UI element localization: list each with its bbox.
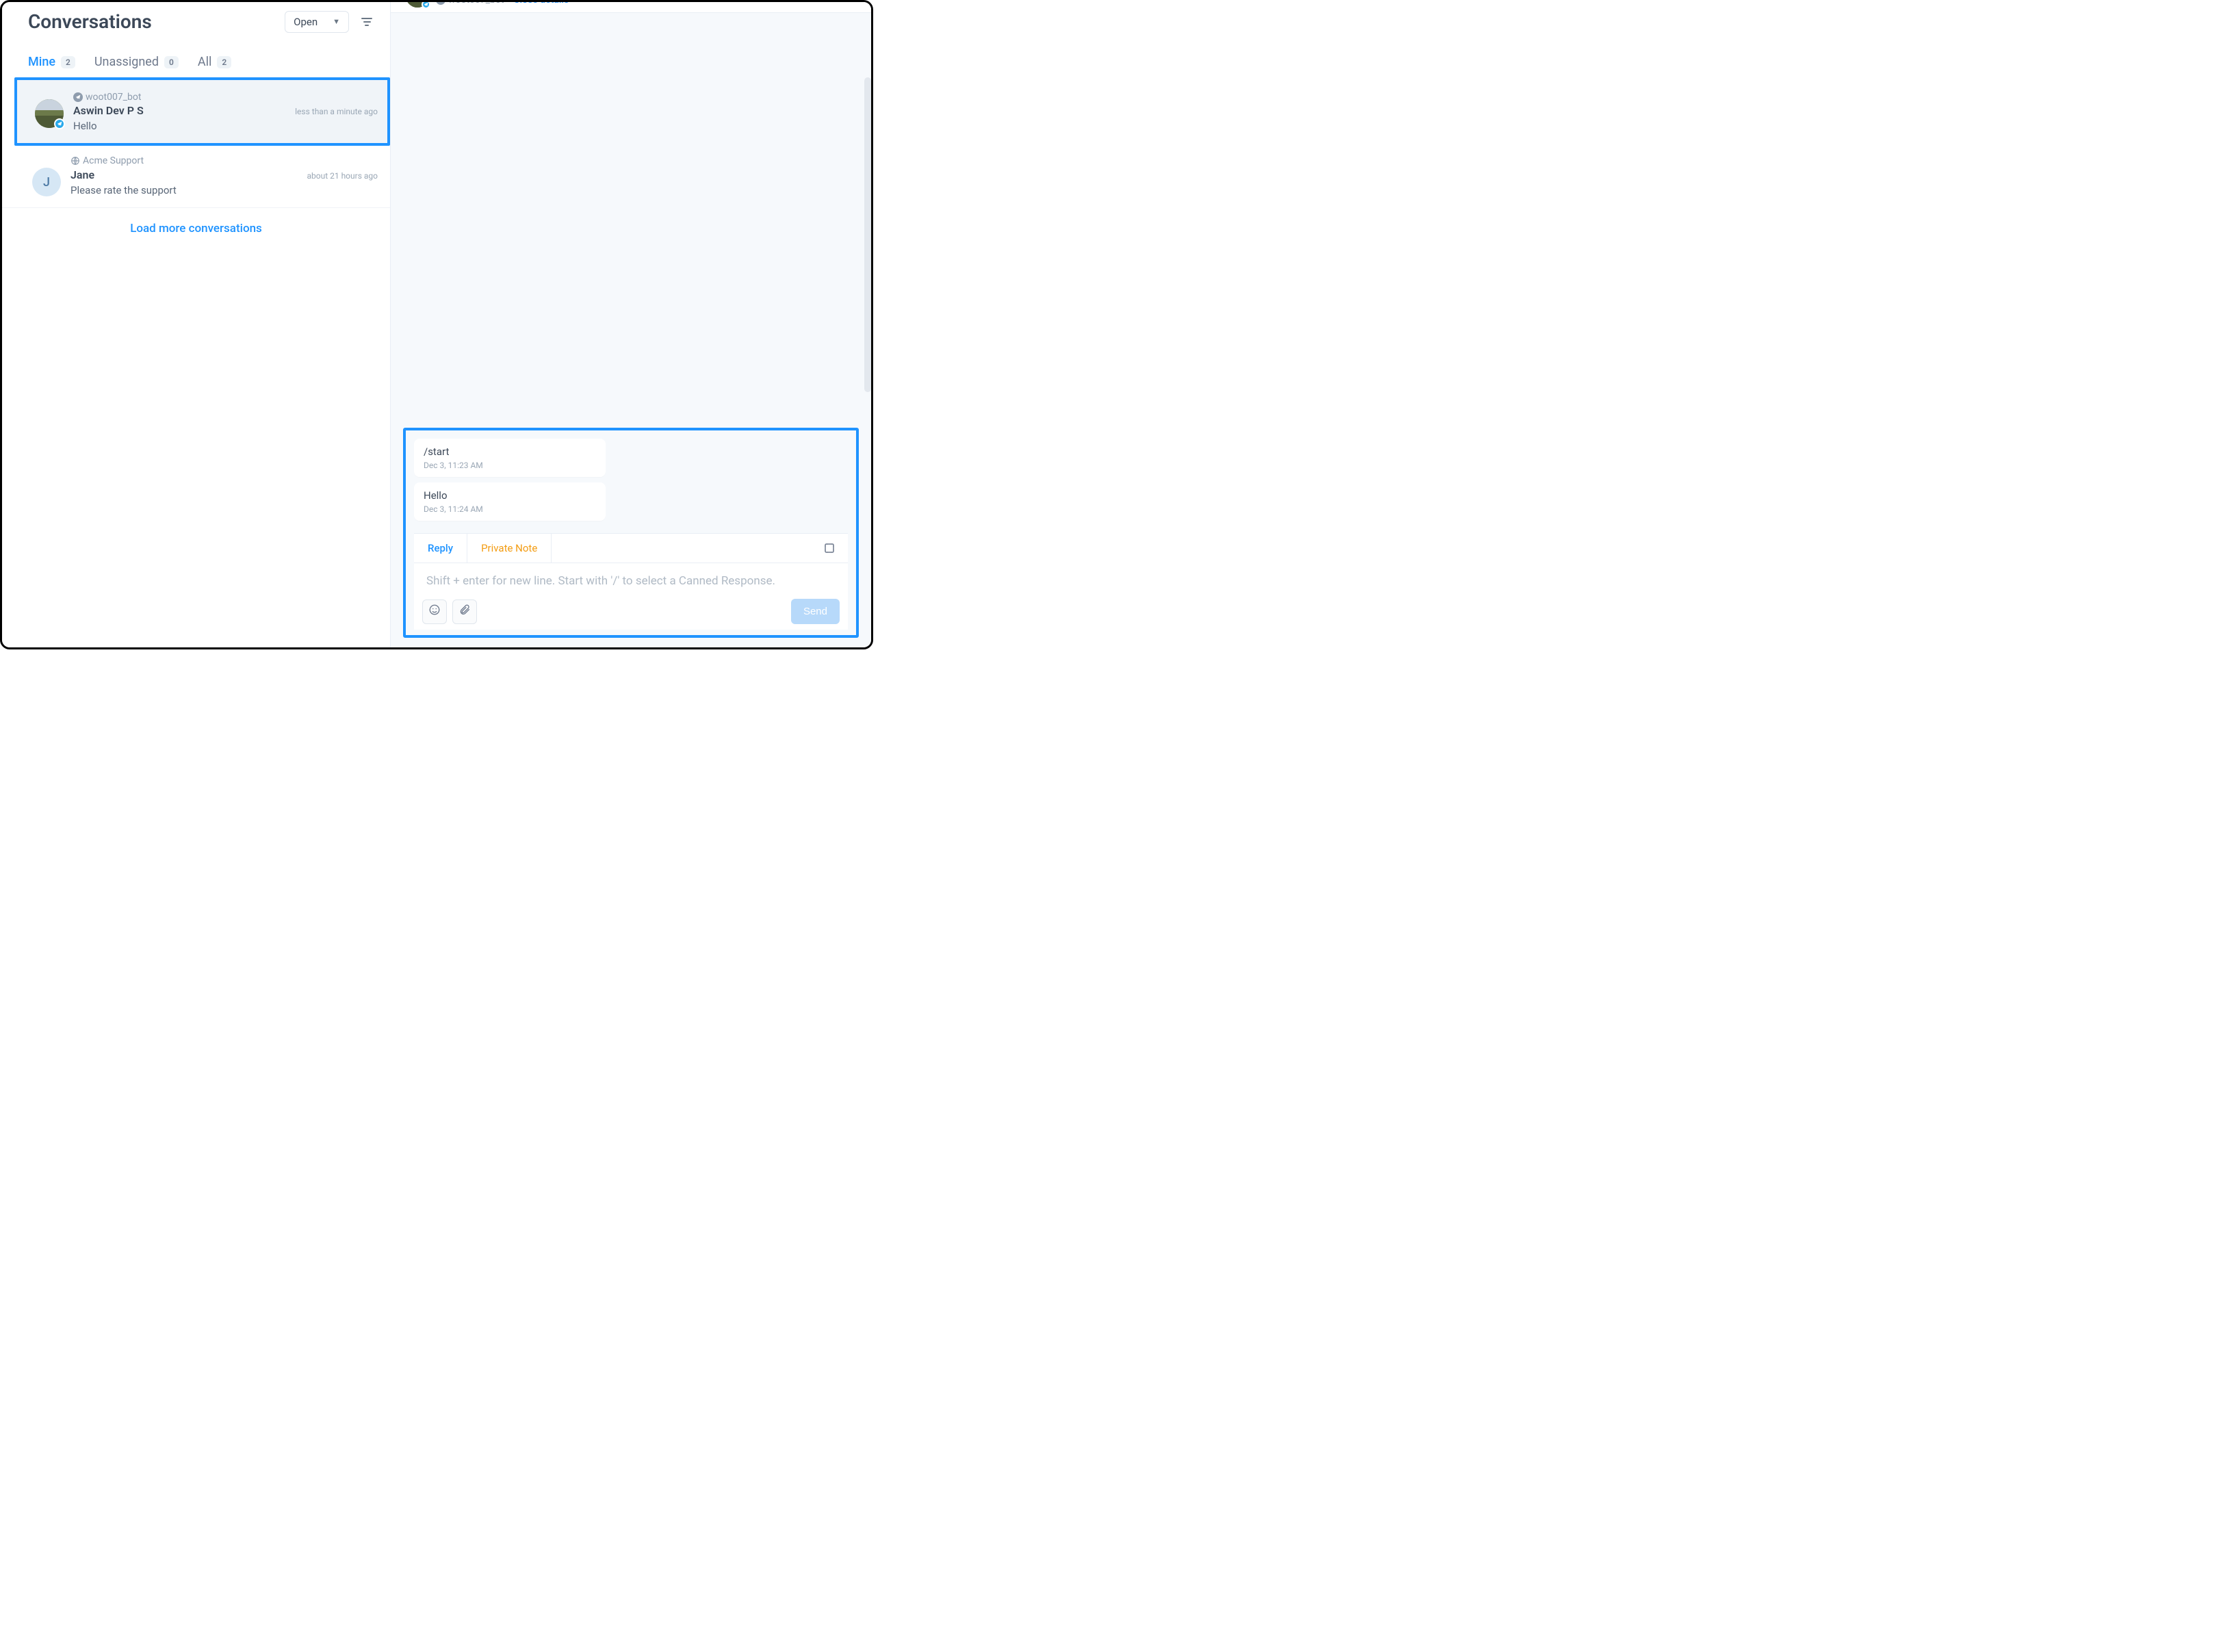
reply-textarea[interactable] [426, 574, 836, 588]
conversation-item[interactable]: woot007_bot Aswin Dev P S less than a mi… [14, 77, 390, 146]
tab-label: Unassigned [94, 55, 159, 69]
source-name: woot007_bot [86, 92, 141, 103]
chat-header: woot007_bot Close details [391, 2, 871, 13]
expand-icon [823, 542, 836, 554]
attachment-button[interactable] [452, 599, 477, 624]
tab-mine[interactable]: Mine 2 [28, 55, 75, 69]
close-details-link[interactable]: Close details [513, 2, 569, 5]
filter-icon [361, 18, 372, 26]
expand-editor-button[interactable] [822, 541, 837, 556]
conversation-source: Acme Support [70, 155, 144, 166]
tab-badge: 2 [61, 56, 75, 68]
telegram-icon [436, 2, 445, 5]
highlighted-region: /start Dec 3, 11:23 AM Hello Dec 3, 11:2… [403, 428, 859, 638]
tab-label: All [198, 55, 212, 69]
chat-source: woot007_bot [436, 2, 504, 5]
conversation-time: about 21 hours ago [307, 171, 378, 181]
reply-tab-reply[interactable]: Reply [414, 534, 467, 563]
source-name: Acme Support [83, 155, 144, 166]
emoji-button[interactable] [422, 599, 447, 624]
filter-button[interactable] [359, 14, 375, 30]
message-time: Dec 3, 11:23 AM [424, 461, 596, 470]
telegram-badge-icon [422, 2, 430, 9]
conversations-title: Conversations [28, 10, 285, 33]
conversation-list: woot007_bot Aswin Dev P S less than a mi… [2, 75, 390, 647]
chevron-down-icon: ▼ [333, 17, 340, 26]
message-bubble: /start Dec 3, 11:23 AM [414, 439, 606, 477]
sidebar-header: Conversations Open ▼ [2, 2, 390, 40]
scrollbar[interactable] [864, 77, 871, 392]
message-text: Hello [424, 489, 596, 502]
conversation-source: woot007_bot [73, 92, 141, 103]
contact-name: Jane [70, 168, 307, 181]
tab-unassigned[interactable]: Unassigned 0 [94, 55, 179, 69]
conversation-tabs: Mine 2 Unassigned 0 All 2 [2, 40, 390, 75]
reply-tabs: Reply Private Note [414, 534, 848, 563]
telegram-icon [73, 92, 83, 102]
app-window: Conversations Open ▼ Mine 2 Unassigned 0… [0, 0, 873, 649]
emoji-icon [428, 604, 441, 619]
conversations-sidebar: Conversations Open ▼ Mine 2 Unassigned 0… [2, 2, 391, 647]
conversation-snippet: Hello [73, 120, 378, 132]
tab-label: Mine [28, 55, 55, 69]
reply-input-wrap [414, 563, 848, 596]
status-filter-label: Open [294, 16, 318, 28]
avatar [406, 2, 429, 8]
conversation-item[interactable]: J Acme Support Jane about 21 hours ago P… [2, 146, 390, 208]
send-button[interactable]: Send [791, 599, 840, 624]
conversation-snippet: Please rate the support [70, 184, 378, 196]
contact-name: Aswin Dev P S [73, 104, 295, 117]
tab-badge: 0 [164, 56, 179, 68]
conversation-body: woot007_bot Aswin Dev P S less than a mi… [73, 90, 378, 132]
telegram-badge-icon [54, 118, 65, 129]
tab-badge: 2 [217, 56, 231, 68]
reply-tab-private-note[interactable]: Private Note [467, 534, 552, 563]
message-time: Dec 3, 11:24 AM [424, 504, 596, 514]
tab-all[interactable]: All 2 [198, 55, 231, 69]
reply-box: Reply Private Note [414, 533, 848, 630]
messages-area: /start Dec 3, 11:23 AM Hello Dec 3, 11:2… [391, 13, 871, 647]
conversation-time: less than a minute ago [295, 107, 378, 116]
chat-title-row: woot007_bot Close details [436, 2, 569, 5]
message-bubble: Hello Dec 3, 11:24 AM [414, 482, 606, 521]
scrollbar-thumb[interactable] [864, 77, 871, 392]
avatar [35, 99, 64, 128]
globe-icon [70, 156, 80, 166]
conversation-body: Acme Support Jane about 21 hours ago Ple… [70, 155, 378, 196]
avatar: J [32, 168, 61, 196]
load-more-link[interactable]: Load more conversations [2, 208, 390, 249]
source-name: woot007_bot [448, 2, 504, 5]
paperclip-icon [458, 604, 471, 619]
reply-footer: Send [414, 596, 848, 630]
message-text: /start [424, 446, 596, 458]
avatar-letter: J [32, 168, 61, 196]
chat-panel: woot007_bot Close details /start Dec 3, … [391, 2, 871, 647]
status-filter-select[interactable]: Open ▼ [285, 11, 349, 33]
